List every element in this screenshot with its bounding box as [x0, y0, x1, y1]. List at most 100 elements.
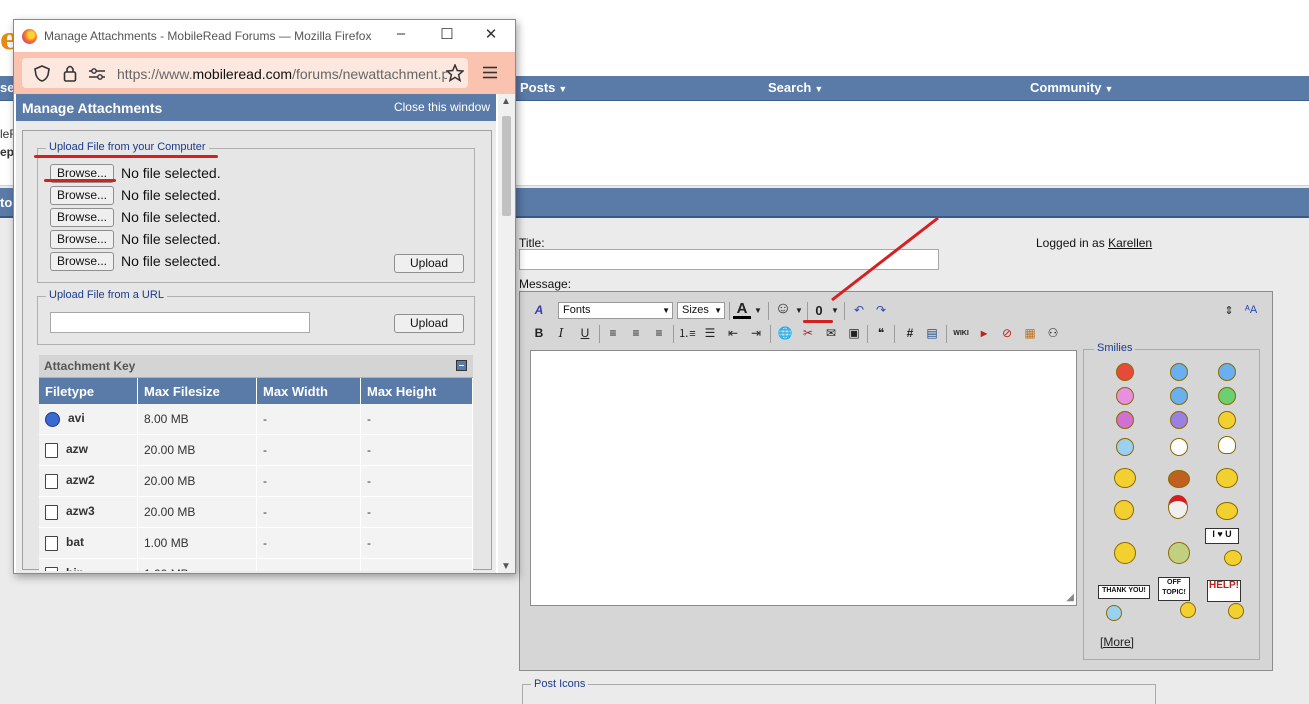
smiley-sleep-icon[interactable] — [1168, 542, 1190, 564]
scroll-down-icon[interactable]: ▼ — [501, 561, 511, 572]
width-cell: - — [256, 404, 361, 435]
quote-icon[interactable]: ❝ — [872, 324, 890, 342]
browse-button-5[interactable]: Browse... — [50, 252, 114, 271]
upload-url-button[interactable]: Upload — [394, 314, 464, 333]
smiley-tongue-icon[interactable] — [1116, 411, 1134, 429]
shield-icon[interactable] — [34, 65, 50, 82]
smiley-rolleyes-icon[interactable] — [1170, 411, 1188, 429]
smiley-grin-icon[interactable] — [1218, 387, 1236, 405]
smiley-wink-icon[interactable] — [1170, 387, 1188, 405]
smiley-think-icon[interactable] — [1114, 500, 1134, 520]
smiley-bookworm-icon[interactable] — [1168, 470, 1190, 488]
outdent-icon[interactable]: ⇤ — [724, 324, 742, 342]
spoiler-icon[interactable]: ⊘ — [998, 324, 1016, 342]
indent-icon[interactable]: ⇥ — [747, 324, 765, 342]
popup-scrollbar[interactable]: ▲ ▼ — [498, 94, 515, 573]
file-status-1: No file selected. — [121, 165, 221, 181]
scroll-up-icon[interactable]: ▲ — [501, 96, 511, 107]
text-color-icon[interactable]: A — [733, 300, 751, 319]
width-cell: - — [256, 527, 361, 559]
permissions-icon[interactable] — [88, 67, 106, 81]
minimize-button[interactable]: – — [386, 25, 416, 45]
wiki-icon[interactable]: WIKI — [952, 324, 970, 342]
scrollbar-thumb[interactable] — [502, 116, 511, 216]
smiley-sign-holder-icon — [1106, 605, 1122, 621]
chevron-down-icon[interactable]: ▼ — [753, 301, 763, 319]
youtube-icon[interactable]: ▶ — [975, 324, 993, 342]
post-icons-legend: Post Icons — [531, 678, 589, 690]
resize-arrows-icon[interactable]: ⇕ — [1220, 301, 1238, 319]
menu-icon[interactable] — [483, 66, 497, 79]
font-select[interactable]: Fonts ▼ — [558, 302, 673, 319]
browse-button-4[interactable]: Browse... — [50, 230, 114, 249]
smiley-laugh-icon[interactable] — [1116, 387, 1134, 405]
address-field[interactable]: https://www.mobileread.com/forums/newatt… — [22, 58, 468, 88]
smiley-read-icon[interactable] — [1114, 542, 1136, 564]
browse-button-2[interactable]: Browse... — [50, 186, 114, 205]
table-row: bin 1.00 MB - - — [39, 558, 473, 571]
php-icon[interactable]: ▤ — [923, 324, 941, 342]
caret-down-icon: ▼ — [558, 84, 568, 94]
remove-link-icon[interactable]: ✂ — [799, 324, 817, 342]
smiley-happy-icon[interactable] — [1218, 411, 1236, 429]
smilies-more-link[interactable]: [More] — [1100, 635, 1134, 649]
file-status-3: No file selected. — [121, 209, 221, 225]
section-header-fragment: to — [0, 195, 13, 210]
star-icon[interactable] — [446, 64, 464, 82]
sign-off-topic-icon[interactable]: OFF TOPIC! — [1158, 577, 1190, 601]
close-window-button[interactable]: ✕ — [476, 25, 506, 45]
resize-grip-icon[interactable]: ◢ — [1066, 592, 1074, 603]
upload-computer-button[interactable]: Upload — [394, 254, 464, 273]
lock-icon[interactable] — [63, 64, 77, 82]
annotation-arrow — [831, 216, 939, 302]
bold-icon[interactable]: B — [530, 324, 548, 342]
width-cell: - — [256, 465, 361, 497]
smiley-mad-icon[interactable] — [1116, 363, 1134, 381]
underline-icon[interactable]: U — [576, 324, 594, 342]
url-input[interactable] — [50, 312, 310, 333]
align-left-icon[interactable]: ≡ — [604, 324, 622, 342]
ordered-list-icon[interactable]: ⒈≡ — [678, 324, 696, 342]
size-select[interactable]: Sizes ▼ — [677, 302, 725, 319]
nav-item-community[interactable]: Community ▼ — [1030, 80, 1113, 95]
message-textarea[interactable]: ◢ — [530, 350, 1077, 606]
maximize-button[interactable]: ☐ — [432, 25, 462, 45]
smiley-icon[interactable]: ☺ — [774, 300, 792, 318]
smiley-thumbsup-icon[interactable] — [1216, 468, 1238, 488]
remove-format-icon[interactable]: A — [530, 301, 548, 319]
smiley-smile-icon[interactable] — [1170, 363, 1188, 381]
sign-thank-you-icon[interactable]: THANK YOU! — [1098, 585, 1150, 599]
video-file-icon — [45, 411, 60, 427]
sign-help-icon[interactable]: HELP! — [1207, 580, 1241, 602]
username-link[interactable]: Karellen — [1108, 236, 1152, 250]
lightbulb-icon[interactable] — [1218, 436, 1236, 454]
smiley-santa-icon[interactable] — [1168, 495, 1188, 519]
chevron-down-icon[interactable]: ▼ — [794, 301, 804, 319]
switch-editor-mode-icon[interactable]: ᴬA — [1242, 301, 1260, 319]
smiley-cool-icon[interactable] — [1218, 363, 1236, 381]
palette-icon[interactable]: ▦ — [1021, 324, 1039, 342]
nav-item-search[interactable]: Search ▼ — [768, 80, 823, 95]
browse-button-3[interactable]: Browse... — [50, 208, 114, 227]
align-right-icon[interactable]: ≡ — [650, 324, 668, 342]
insert-image-icon[interactable]: ▣ — [845, 324, 863, 342]
hash-icon[interactable]: # — [901, 324, 919, 342]
binoculars-icon[interactable]: ⚇ — [1044, 324, 1062, 342]
unordered-list-icon[interactable]: ☰ — [701, 324, 719, 342]
url-text[interactable]: https://www.mobileread.com/forums/newatt… — [117, 66, 447, 82]
upload-computer-fieldset: Upload File from your Computer Browse...… — [37, 141, 475, 283]
nav-item-posts[interactable]: Posts ▼ — [520, 80, 567, 95]
sign-i-love-u-icon[interactable]: I ♥ U — [1205, 528, 1239, 544]
address-bar-area: https://www.mobileread.com/forums/newatt… — [14, 52, 515, 94]
italic-icon[interactable]: I — [552, 324, 570, 342]
upload-url-legend: Upload File from a URL — [46, 289, 167, 301]
smiley-type-icon[interactable] — [1216, 502, 1238, 520]
insert-email-icon[interactable]: ✉ — [822, 324, 840, 342]
insert-link-icon[interactable]: 🌐 — [776, 324, 794, 342]
smiley-shocked-icon[interactable] — [1170, 438, 1188, 456]
align-center-icon[interactable]: ≡ — [627, 324, 645, 342]
collapse-icon[interactable] — [456, 360, 467, 371]
smiley-confused-icon[interactable] — [1116, 438, 1134, 456]
smiley-wave-icon[interactable] — [1114, 468, 1136, 488]
close-this-window-link[interactable]: Close this window — [394, 100, 490, 114]
